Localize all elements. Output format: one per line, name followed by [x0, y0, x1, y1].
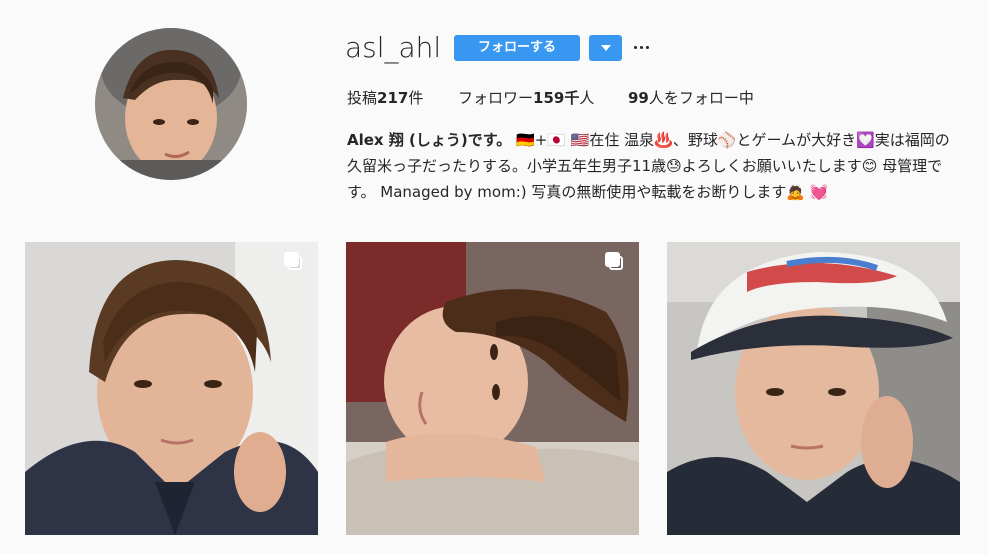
profile-bio: Alex 翔 (しょう)です。 🇩🇪+🇯🇵 🇺🇸在住 温泉♨️、野球⚾とゲームが… — [347, 127, 967, 205]
followers-prefix: フォロワー — [458, 89, 534, 107]
ellipsis-dot — [640, 46, 643, 49]
ellipsis-dot — [646, 46, 649, 49]
carousel-icon — [284, 252, 304, 272]
following-count[interactable]: 99人をフォロー中 — [628, 88, 754, 108]
caret-down-icon — [601, 45, 611, 51]
username: asl_ahl — [345, 31, 442, 64]
bio-full-name: Alex 翔 (しょう)です。 — [347, 131, 512, 149]
grid-photo-2[interactable] — [346, 242, 639, 535]
followers-suffix: 人 — [579, 89, 595, 107]
followers-count[interactable]: フォロワー159千人 — [458, 88, 594, 108]
following-number: 99 — [628, 89, 649, 107]
carousel-icon-front — [284, 252, 299, 267]
posts-count: 投稿217件 — [347, 88, 423, 108]
ellipsis-icon — [634, 46, 637, 49]
follow-button[interactable]: フォローする — [454, 35, 580, 61]
posts-prefix: 投稿 — [347, 89, 378, 107]
bio-line-1-text: 🇩🇪+🇯🇵 🇺🇸在住 温泉♨️、野球⚾とゲームが大好き💟実は福岡の — [511, 131, 950, 149]
followers-number: 159千 — [533, 89, 580, 107]
bio-line-1: Alex 翔 (しょう)です。 🇩🇪+🇯🇵 🇺🇸在住 温泉♨️、野球⚾とゲームが… — [347, 127, 967, 153]
grid-photo-3[interactable] — [667, 242, 960, 535]
posts-number: 217 — [377, 89, 409, 107]
following-suffix: 人をフォロー中 — [648, 89, 754, 107]
follow-dropdown-button[interactable] — [589, 35, 622, 61]
posts-suffix: 件 — [408, 89, 424, 107]
profile-avatar[interactable] — [95, 28, 247, 180]
profile-page: asl_ahl フォローする 投稿217件 フォロワー159千人 99人をフォロ… — [0, 0, 988, 554]
bio-line-2: 久留米っ子だったりする。小学五年生男子11歳😓よろしくお願いいたします😊 母管理… — [347, 157, 943, 175]
bio-line-3: す。 Managed by mom:) 写真の無断使用や転載をお断りします🙇 💓 — [347, 183, 829, 201]
more-options-button[interactable] — [632, 37, 652, 57]
carousel-icon — [605, 252, 625, 272]
grid-photo-1[interactable] — [25, 242, 318, 535]
carousel-icon-front — [605, 252, 620, 267]
